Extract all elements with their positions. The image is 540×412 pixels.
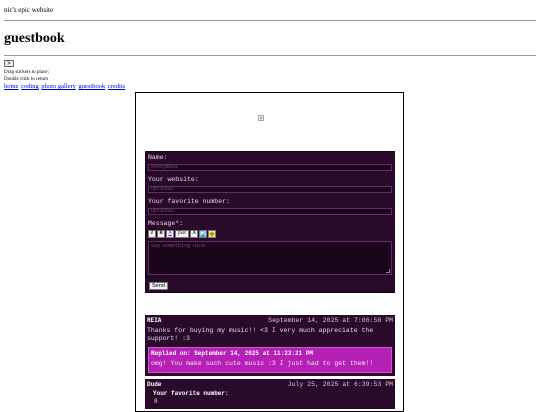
site-title: nic's epic website: [4, 6, 54, 14]
favorite-number-label: Your favorite number:: [153, 390, 229, 397]
message-placeholder: Say something nice: [151, 243, 206, 249]
nav-link-photo-gallery[interactable]: photo gallery: [41, 83, 75, 90]
guestbook-entry: REIA September 14, 2025 at 7:06:58 PM Th…: [145, 315, 395, 376]
entry-message-line: Thanks for buying my music!! <3 I very m…: [147, 327, 374, 334]
header-divider: [4, 20, 536, 21]
entry-author: REIA: [147, 317, 162, 324]
name-input[interactable]: Anonymous: [148, 164, 392, 171]
guestbook-form: Name: Anonymous Your website: Optional Y…: [145, 151, 395, 293]
name-label: Name:: [148, 154, 168, 161]
page-title: guestbook: [4, 31, 65, 46]
site-nav: home coding photo gallery guestbook cred…: [4, 83, 126, 90]
format-toolbar: I B A font A: [148, 230, 216, 238]
message-label: Message*:: [148, 220, 184, 227]
nav-link-credits[interactable]: credits: [108, 83, 125, 90]
image-insert-icon[interactable]: [199, 230, 207, 238]
broken-image-icon: [258, 115, 264, 121]
sticker-hint-return: Double click to return: [4, 77, 49, 82]
sticker-toggle-button[interactable]: >: [4, 60, 14, 67]
favorite-number-value: 8: [154, 398, 158, 405]
website-input[interactable]: Optional: [148, 186, 392, 193]
favorite-number-input[interactable]: Optional: [148, 208, 392, 215]
entry-date: September 14, 2025 at 7:06:58 PM: [268, 317, 393, 324]
favorite-number-label: Your favorite number:: [148, 198, 230, 205]
entry-author: Dude: [147, 381, 162, 388]
message-textarea[interactable]: Say something nice: [148, 241, 392, 275]
entry-message-line: support! :3: [147, 335, 190, 342]
text-color-button[interactable]: A: [166, 230, 174, 238]
font-size-button[interactable]: A: [190, 230, 198, 238]
entry-reply: Replied on: September 14, 2025 at 11:23:…: [148, 347, 392, 373]
resize-grip-icon[interactable]: [386, 269, 390, 273]
reply-header: Replied on: September 14, 2025 at 11:23:…: [151, 350, 314, 357]
nav-link-coding[interactable]: coding: [21, 83, 39, 90]
emoji-icon[interactable]: [208, 230, 216, 238]
sticker-hint-drag: Drag stickers to place;: [4, 70, 49, 75]
website-label: Your website:: [148, 176, 199, 183]
entry-date: July 25, 2025 at 6:39:53 PM: [287, 381, 393, 388]
nav-link-guestbook[interactable]: guestbook: [79, 83, 106, 90]
nav-link-home[interactable]: home: [4, 83, 18, 90]
reply-text: omg! You make such cute music :3 I just …: [151, 360, 374, 367]
heading-divider: [4, 55, 536, 56]
font-button[interactable]: font: [175, 230, 189, 238]
bold-button[interactable]: B: [157, 230, 165, 238]
send-button[interactable]: Send: [149, 282, 168, 290]
italic-button[interactable]: I: [148, 230, 156, 238]
entry-message: Thanks for buying my music!! <3 I very m…: [147, 327, 391, 343]
